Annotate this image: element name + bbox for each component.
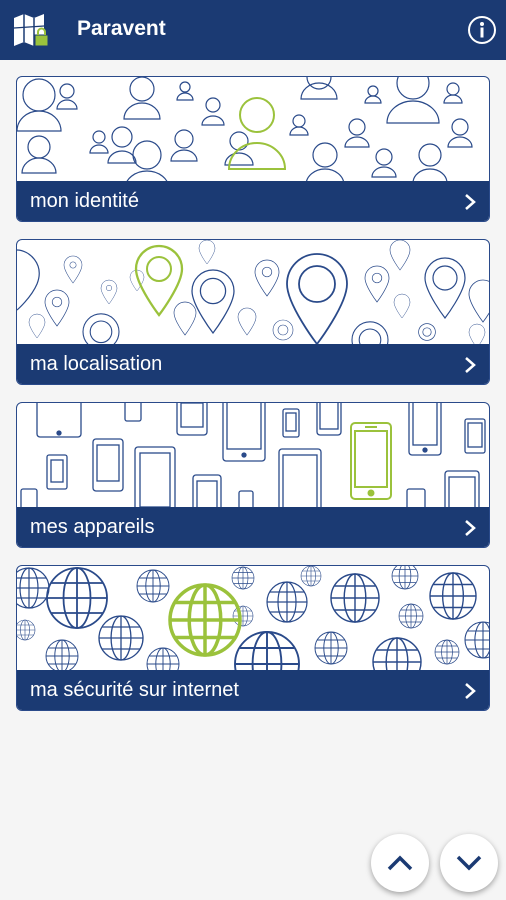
card-mes-appareils[interactable]: mes appareils xyxy=(16,402,490,548)
card-bar[interactable]: mes appareils xyxy=(17,507,489,547)
chevron-up-icon xyxy=(387,855,413,871)
info-icon xyxy=(480,22,484,38)
card-mon-identite[interactable]: mon identité xyxy=(16,76,490,222)
card-bar[interactable]: mon identité xyxy=(17,181,489,221)
card-ma-localisation[interactable]: ma localisation xyxy=(16,239,490,385)
card-label[interactable]: ma sécurité sur internet xyxy=(30,679,239,702)
globes-illustration xyxy=(17,566,489,670)
devices-illustration xyxy=(20,403,486,507)
card-bar[interactable]: ma sécurité sur internet xyxy=(17,670,489,710)
chevron-right-icon xyxy=(465,683,476,699)
people-illustration xyxy=(17,77,473,181)
card-label[interactable]: ma localisation xyxy=(30,353,162,376)
card-bar[interactable]: ma localisation xyxy=(17,344,489,384)
app-bar: Paravent xyxy=(0,0,506,60)
card-label[interactable]: mes appareils xyxy=(30,516,155,539)
info-button[interactable] xyxy=(468,16,496,44)
chevron-right-icon xyxy=(465,194,476,210)
chevron-right-icon xyxy=(465,520,476,536)
folded-map-lock-icon[interactable] xyxy=(12,12,52,50)
card-ma-securite-sur-internet[interactable]: ma sécurité sur internet xyxy=(16,565,490,711)
location-pins-illustration xyxy=(17,240,489,344)
scroll-down-button[interactable] xyxy=(440,834,498,892)
scroll-up-button[interactable] xyxy=(371,834,429,892)
app-title: Paravent xyxy=(77,17,166,40)
card-label[interactable]: mon identité xyxy=(30,190,139,213)
chevron-down-icon xyxy=(456,855,482,871)
chevron-right-icon xyxy=(465,357,476,373)
